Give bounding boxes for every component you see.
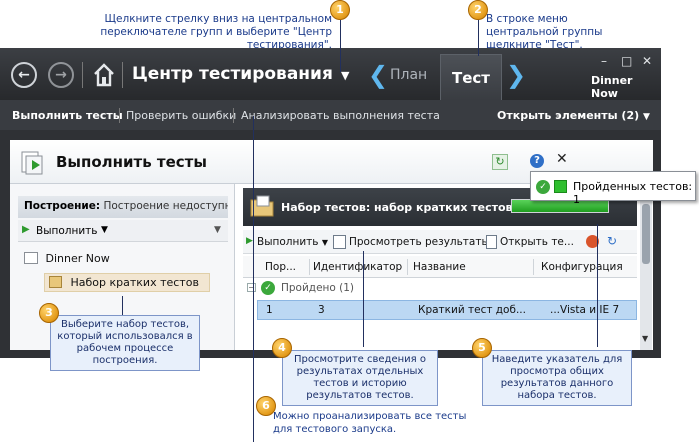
refresh-icon[interactable]: ↻ [492, 154, 508, 170]
right-panel: Набор тестов: набор кратких тестов ▶ Вып… [243, 184, 653, 350]
cell-name: Краткий тест доб... [418, 304, 526, 316]
column-id[interactable]: Идентификатор [313, 261, 402, 273]
separator [533, 259, 534, 275]
separator [309, 259, 310, 275]
tree-root-label: Dinner Now [45, 252, 110, 265]
tree-root[interactable]: Dinner Now [24, 252, 110, 265]
callout-1-text: Щелкните стрелку вниз на центральном пер… [100, 13, 332, 51]
center-title: Центр тестирования [132, 64, 333, 84]
chevron-down-icon[interactable]: ▼ [642, 334, 648, 343]
callout-badge-5: 5 [472, 338, 492, 358]
callout-3-leader [122, 296, 123, 316]
callout-badge-3: 3 [39, 303, 59, 323]
forward-button[interactable]: → [48, 62, 74, 88]
home-icon[interactable] [92, 62, 116, 88]
run-label: Выполнить [257, 236, 319, 248]
column-name[interactable]: Название [413, 261, 466, 273]
passed-check-icon: ✓ [261, 281, 275, 295]
tree-child-label: Набор кратких тестов [70, 276, 199, 289]
vertical-scrollbar[interactable]: ▼ [640, 184, 652, 350]
suite-icon [49, 276, 62, 288]
callout-badge-4: 4 [272, 338, 292, 358]
passed-check-icon: ✓ [536, 180, 550, 194]
run-arrow-icon: ▶ [246, 236, 253, 246]
run-toolbar: ▶ Выполнить ▼ ▼ [18, 220, 228, 242]
separator [119, 108, 120, 123]
app-window: ← → Центр тестирования ▼ ❮ План Тест ❯ –… [0, 48, 661, 358]
tree-item-quick-suite[interactable]: Набор кратких тестов [44, 273, 210, 292]
cell-config: ...Vista и IE 7 [550, 304, 620, 316]
center-switcher-arrow[interactable]: ▼ [341, 69, 349, 82]
column-order[interactable]: Пор... [265, 261, 296, 273]
scrollbar-thumb[interactable] [642, 204, 650, 264]
menu-run-tests[interactable]: Выполнить тесты [12, 109, 123, 122]
separator [122, 62, 123, 88]
cell-order: 1 [266, 304, 273, 316]
tooltip-text: Пройденных тестов: 1 [573, 180, 693, 206]
project-name[interactable]: Dinner Now [591, 74, 661, 100]
run-dropdown[interactable]: Выполнить [36, 225, 98, 237]
menu-verify-bugs[interactable]: Проверить ошибки [126, 109, 236, 122]
grid-header: Пор... Идентификатор Название Конфигурац… [243, 256, 637, 278]
callout-badge-2: 2 [468, 0, 488, 20]
build-label: Построение: [24, 200, 101, 212]
title-bar: ← → Центр тестирования ▼ ❮ План Тест ❯ –… [0, 48, 661, 100]
suite-title: Набор тестов: набор кратких тестов [281, 201, 513, 214]
collapse-icon[interactable]: − [247, 283, 256, 292]
menu-bar: Выполнить тесты Проверить ошибки Анализи… [0, 100, 661, 130]
menu-analyze-runs[interactable]: Анализировать выполнения теста [241, 109, 440, 122]
results-toolbar: ▶ Выполнить ▼ Просмотреть результаты Отк… [243, 230, 637, 254]
open-test-icon [486, 235, 497, 249]
callout-5-leader [597, 224, 598, 347]
menu-open-items[interactable]: Открыть элементы (2) ▼ [497, 109, 650, 122]
run-dropdown[interactable]: Выполнить ▼ [257, 236, 328, 248]
tab-plan[interactable]: План [390, 67, 427, 83]
reset-icon[interactable]: ↻ [607, 234, 617, 248]
run-arrow-icon: ▶ [22, 224, 30, 235]
restore-button[interactable]: □ [621, 54, 632, 68]
callout-1-leader [340, 20, 341, 72]
pass-tooltip: ✓ Пройденных тестов: 1 [530, 171, 696, 206]
table-row[interactable]: 1 3 Краткий тест доб... ...Vista и IE 7 [257, 300, 637, 320]
view-results-icon [333, 235, 346, 249]
callout-badge-6: 6 [256, 396, 276, 416]
separator [407, 259, 408, 275]
callout-4-leader [363, 251, 364, 347]
callout-2-leader [478, 20, 479, 56]
view-results-button[interactable]: Просмотреть результаты [349, 236, 490, 248]
page-title: Выполнить тесты [56, 153, 207, 171]
callout-4-note: Просмотрите сведения о результатах отдел… [282, 350, 438, 406]
build-bar: Построение: Построение недоступно [18, 196, 228, 218]
column-configuration[interactable]: Конфигурация [541, 261, 623, 273]
group-row-passed[interactable]: − ✓ Пройдено (1) [243, 279, 637, 299]
chevron-down-icon: ▼ [642, 112, 650, 122]
back-button[interactable]: ← [11, 62, 37, 88]
callout-badge-1: 1 [330, 0, 350, 20]
project-icon [24, 252, 38, 264]
tab-test[interactable]: Тест [440, 54, 502, 100]
run-tests-icon [20, 150, 48, 176]
close-page-icon[interactable]: ✕ [556, 151, 568, 167]
passed-square-icon [554, 180, 567, 193]
callout-3-note: Выберите набор тестов, который использов… [50, 315, 200, 371]
chevron-right-icon[interactable]: ❯ [506, 61, 526, 89]
separator [233, 108, 234, 123]
callout-6-text: Можно проанализировать все тесты для тес… [273, 411, 467, 435]
open-items-label: Открыть элементы (2) [497, 109, 640, 122]
chevron-down-icon: ▼ [321, 238, 328, 247]
callout-5-note: Наведите указатель для просмотра общих р… [482, 350, 632, 406]
cell-id: 3 [318, 304, 325, 316]
separator [82, 62, 83, 88]
help-icon[interactable]: ? [530, 154, 544, 168]
callout-2-text: В строке меню центральной группы щелкнит… [486, 13, 603, 51]
open-test-button[interactable]: Открыть те... [500, 236, 574, 248]
close-button[interactable]: ✕ [642, 54, 652, 68]
chevron-left-icon[interactable]: ❮ [368, 61, 388, 89]
minimize-button[interactable]: – [601, 54, 607, 68]
panel-menu-icon[interactable]: ▼ [214, 225, 221, 235]
build-value: Построение недоступно [103, 200, 228, 212]
chevron-down-icon[interactable]: ▼ [101, 225, 108, 235]
callout-6-leader [253, 116, 254, 442]
group-label: Пройдено (1) [281, 282, 355, 294]
